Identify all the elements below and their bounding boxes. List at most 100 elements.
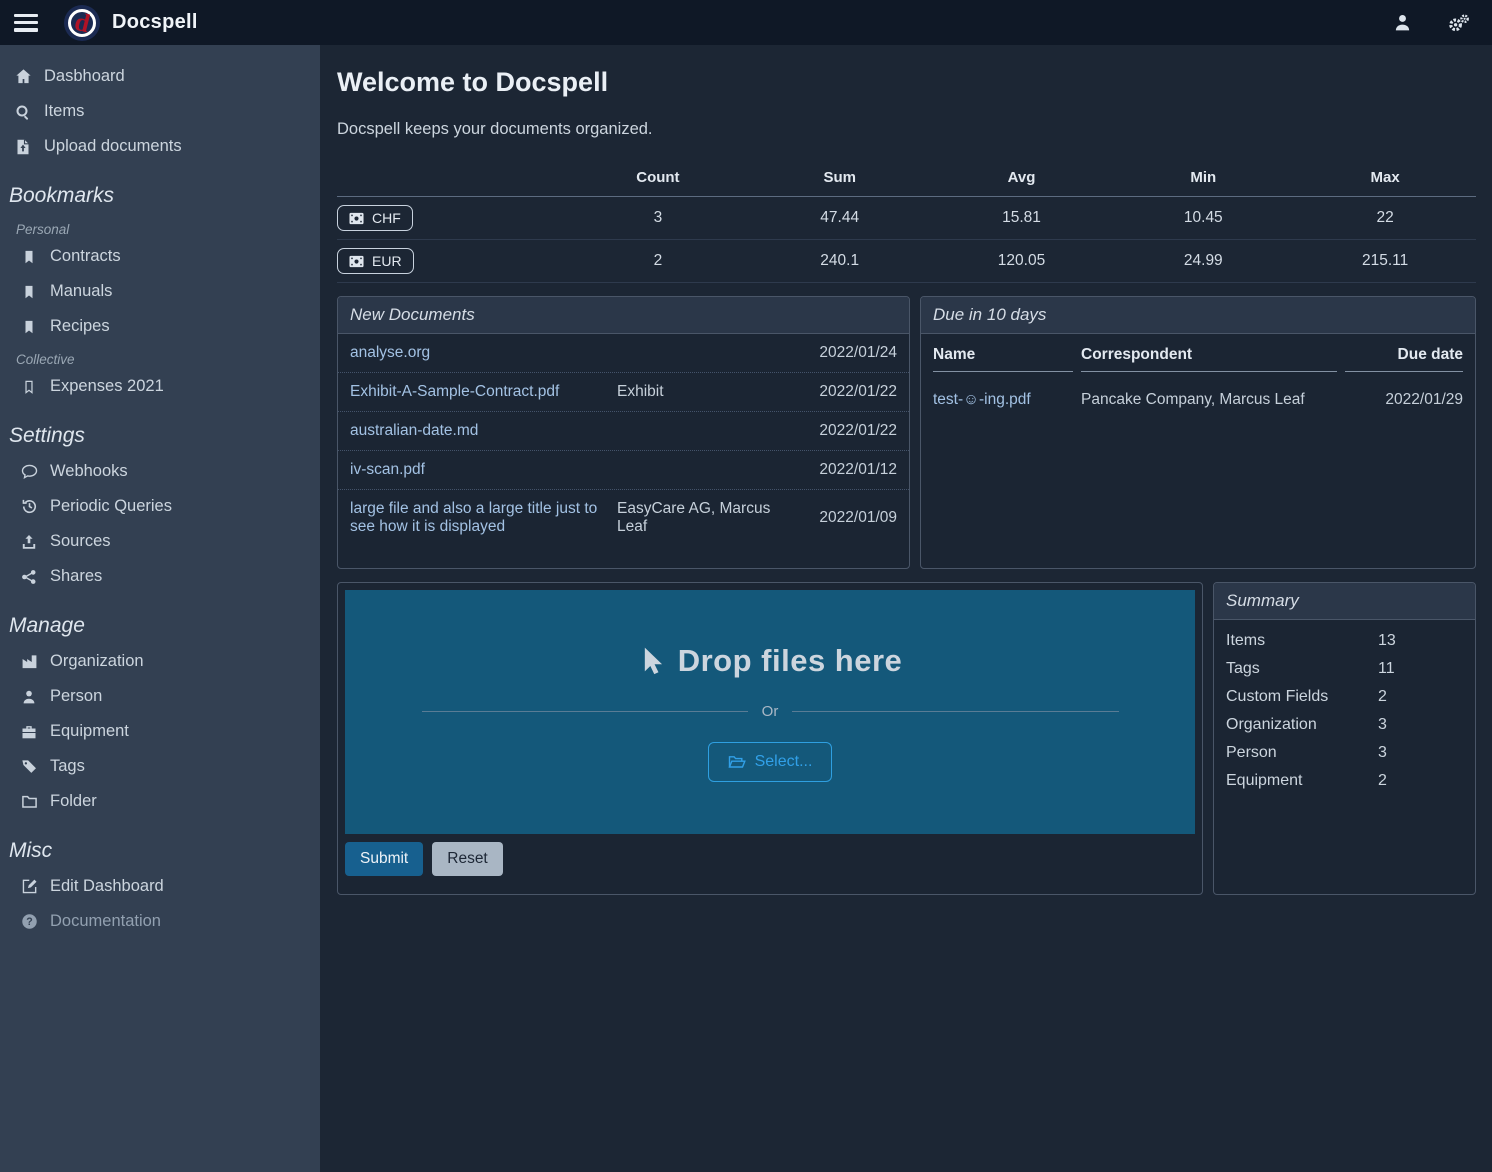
drop-files-label: Drop files here	[638, 643, 903, 679]
select-files-button[interactable]: Select...	[708, 742, 833, 782]
reset-button[interactable]: Reset	[432, 842, 503, 876]
sidebar-item-periodic-queries[interactable]: Periodic Queries	[0, 489, 320, 524]
upload-panel: Drop files here Or Select... Submit Rese…	[337, 582, 1203, 895]
sidebar-item-documentation[interactable]: ? Documentation	[0, 904, 320, 939]
sidebar-item-person[interactable]: Person	[0, 679, 320, 714]
tags-icon	[20, 758, 38, 775]
bookmark-contracts[interactable]: Contracts	[0, 239, 320, 274]
stats-row-chf: CHF 3 47.44 15.81 10.45 22	[337, 197, 1476, 240]
document-date: 2022/01/12	[793, 461, 897, 479]
sidebar-item-label: Documentation	[50, 912, 161, 931]
sidebar-item-label: Items	[44, 102, 84, 121]
menu-hamburger-icon[interactable]	[14, 14, 38, 32]
bookmark-label: Contracts	[50, 247, 121, 266]
due-correspondent: Pancake Company, Marcus Leaf	[1081, 380, 1337, 413]
search-icon	[14, 104, 32, 120]
currency-label: EUR	[372, 253, 402, 269]
industry-icon	[20, 653, 38, 670]
document-row: large file and also a large title just t…	[338, 489, 909, 546]
due-header-name: Name	[933, 338, 1073, 372]
bookmark-label: Recipes	[50, 317, 110, 336]
document-link[interactable]: Exhibit-A-Sample-Contract.pdf	[350, 383, 609, 401]
bookmark-icon	[20, 249, 38, 265]
settings-gears-icon[interactable]	[1446, 13, 1470, 33]
document-link[interactable]: test-☺-ing.pdf	[933, 391, 1031, 408]
sidebar-item-items[interactable]: Items	[0, 94, 320, 129]
sidebar-item-webhooks[interactable]: Webhooks	[0, 454, 320, 489]
summary-value: 13	[1378, 632, 1463, 650]
sidebar-item-upload-documents[interactable]: Upload documents	[0, 129, 320, 164]
user-account-icon[interactable]	[1393, 13, 1412, 32]
stats-header-min: Min	[1112, 169, 1294, 186]
stat-value: 22	[1294, 209, 1476, 227]
summary-row: Organization 3	[1214, 711, 1475, 739]
stat-value: 47.44	[749, 209, 931, 227]
due-table: Name Correspondent Due date test-☺-ing.p…	[921, 334, 1475, 413]
stats-table: Count Sum Avg Min Max CHF 3 47.44 15.81 …	[337, 163, 1476, 283]
document-link[interactable]: analyse.org	[350, 344, 609, 362]
summary-value: 3	[1378, 716, 1463, 734]
summary-label: Tags	[1226, 660, 1378, 678]
summary-row: Items 13	[1214, 627, 1475, 655]
stat-value: 15.81	[931, 209, 1113, 227]
document-link[interactable]: iv-scan.pdf	[350, 461, 609, 479]
stat-value: 240.1	[749, 252, 931, 270]
sidebar-item-shares[interactable]: Shares	[0, 559, 320, 594]
sidebar-item-dashboard[interactable]: Dasbhoard	[0, 59, 320, 94]
select-files-label: Select...	[755, 753, 813, 771]
bookmark-manuals[interactable]: Manuals	[0, 274, 320, 309]
sidebar-item-label: Shares	[50, 567, 102, 586]
document-link[interactable]: australian-date.md	[350, 422, 609, 440]
bookmarks-group-collective: Collective	[0, 344, 320, 369]
stat-value: 215.11	[1294, 252, 1476, 270]
person-icon	[20, 689, 38, 705]
new-documents-panel: New Documents analyse.org 2022/01/24 Exh…	[337, 296, 910, 569]
arrow-pointer-icon	[638, 646, 664, 676]
bookmark-icon	[20, 284, 38, 300]
sidebar-item-label: Organization	[50, 652, 144, 671]
sidebar-item-label: Person	[50, 687, 102, 706]
document-link[interactable]: large file and also a large title just t…	[350, 500, 609, 536]
due-header-correspondent: Correspondent	[1081, 338, 1337, 372]
summary-row: Tags 11	[1214, 655, 1475, 683]
bookmark-recipes[interactable]: Recipes	[0, 309, 320, 344]
file-dropzone[interactable]: Drop files here Or Select...	[345, 590, 1195, 834]
stats-row-eur: EUR 2 240.1 120.05 24.99 215.11	[337, 240, 1476, 283]
sidebar-item-sources[interactable]: Sources	[0, 524, 320, 559]
sidebar-item-label: Upload documents	[44, 137, 182, 156]
sidebar-section-manage: Manage	[0, 594, 320, 644]
sidebar-item-folder[interactable]: Folder	[0, 784, 320, 819]
docspell-logo[interactable]: d	[64, 5, 100, 41]
sidebar-item-label: Folder	[50, 792, 97, 811]
house-icon	[14, 68, 32, 85]
document-row: australian-date.md 2022/01/22	[338, 411, 909, 450]
bookmark-expenses-2021[interactable]: Expenses 2021	[0, 369, 320, 404]
sidebar-section-misc: Misc	[0, 819, 320, 869]
sidebar-item-edit-dashboard[interactable]: Edit Dashboard	[0, 869, 320, 904]
document-correspondent: EasyCare AG, Marcus Leaf	[617, 500, 785, 536]
sidebar-item-tags[interactable]: Tags	[0, 749, 320, 784]
sidebar-item-organization[interactable]: Organization	[0, 644, 320, 679]
bookmark-icon	[20, 319, 38, 335]
folder-icon	[20, 793, 38, 810]
edit-icon	[20, 878, 38, 895]
sidebar-item-equipment[interactable]: Equipment	[0, 714, 320, 749]
upload-icon	[20, 534, 38, 550]
stat-value: 24.99	[1112, 252, 1294, 270]
page-subtitle: Docspell keeps your documents organized.	[337, 100, 1476, 153]
stats-header-row: Count Sum Avg Min Max	[337, 163, 1476, 197]
summary-label: Person	[1226, 744, 1378, 762]
file-upload-icon	[14, 139, 32, 155]
sidebar-item-label: Periodic Queries	[50, 497, 172, 516]
sidebar-section-bookmarks: Bookmarks	[0, 164, 320, 214]
bookmark-label: Manuals	[50, 282, 112, 301]
currency-badge-chf: CHF	[337, 205, 413, 231]
due-date: 2022/01/29	[1345, 380, 1463, 413]
submit-button[interactable]: Submit	[345, 842, 423, 876]
document-date: 2022/01/09	[793, 509, 897, 527]
summary-label: Equipment	[1226, 772, 1378, 790]
summary-label: Items	[1226, 632, 1378, 650]
svg-text:?: ?	[26, 916, 32, 928]
summary-row: Person 3	[1214, 739, 1475, 767]
bookmark-outline-icon	[20, 379, 38, 395]
